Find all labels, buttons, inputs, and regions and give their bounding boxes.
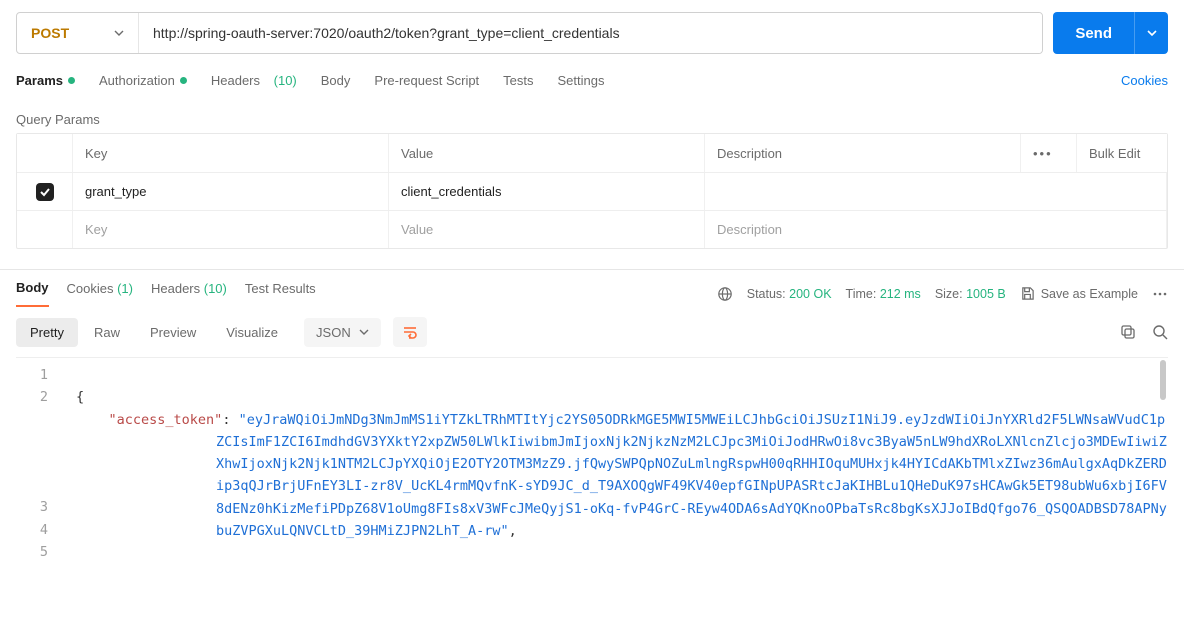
scrollbar[interactable] [1160, 360, 1166, 400]
resp-tab-cookies[interactable]: Cookies (1) [67, 281, 133, 306]
param-desc-input[interactable] [717, 222, 1154, 237]
bulk-edit-button[interactable]: Bulk Edit [1089, 146, 1140, 161]
http-method-label: POST [31, 25, 69, 41]
table-row [17, 172, 1167, 210]
resp-tab-headers[interactable]: Headers (10) [151, 281, 227, 306]
dots-icon: ••• [1033, 146, 1053, 161]
param-value-input[interactable] [401, 222, 692, 237]
param-value-input[interactable] [401, 184, 692, 199]
dot-indicator-icon [68, 77, 75, 84]
time-label: Time: 212 ms [846, 287, 921, 301]
params-table: Key Value Description ••• Bulk Edit [16, 133, 1168, 249]
col-checkbox [17, 134, 73, 172]
copy-icon[interactable] [1120, 324, 1136, 340]
url-input[interactable] [139, 13, 1042, 53]
col-key: Key [73, 134, 389, 172]
resp-tab-body[interactable]: Body [16, 280, 49, 307]
param-key-input[interactable] [85, 222, 376, 237]
tab-headers[interactable]: Headers (10) [211, 73, 297, 88]
resp-tab-test-results[interactable]: Test Results [245, 281, 316, 306]
search-icon[interactable] [1152, 324, 1168, 340]
line-gutter: 1 2 3 4 5 [16, 364, 64, 557]
col-description: Description [705, 134, 1021, 172]
tab-tests[interactable]: Tests [503, 73, 533, 88]
request-bar: POST [16, 12, 1043, 54]
save-as-example-button[interactable]: Save as Example [1020, 286, 1138, 301]
tab-prerequest[interactable]: Pre-request Script [374, 73, 479, 88]
pretty-button[interactable]: Pretty [16, 318, 78, 347]
http-method-select[interactable]: POST [17, 13, 139, 53]
dot-indicator-icon [180, 77, 187, 84]
wrap-lines-button[interactable] [393, 317, 427, 347]
check-icon [39, 186, 51, 198]
send-button[interactable]: Send [1053, 12, 1134, 54]
row-checkbox[interactable] [36, 183, 54, 201]
body-type-select[interactable]: JSON [304, 318, 381, 347]
more-options-button[interactable]: ••• [1021, 134, 1077, 172]
code-content: { "access_token": "eyJraWQiOiJmNDg3NmJmM… [16, 358, 1168, 557]
status-label: Status: 200 OK [747, 287, 832, 301]
save-icon [1020, 286, 1035, 301]
param-desc-input[interactable] [717, 184, 1154, 199]
more-icon[interactable] [1152, 286, 1168, 302]
preview-button[interactable]: Preview [136, 318, 210, 347]
raw-button[interactable]: Raw [80, 318, 134, 347]
tab-body[interactable]: Body [321, 73, 351, 88]
wrap-icon [402, 325, 418, 339]
cookies-link[interactable]: Cookies [1121, 73, 1168, 88]
col-value: Value [389, 134, 705, 172]
tab-settings[interactable]: Settings [558, 73, 605, 88]
visualize-button[interactable]: Visualize [212, 318, 292, 347]
size-label: Size: 1005 B [935, 287, 1006, 301]
query-params-title: Query Params [0, 96, 1184, 133]
response-body[interactable]: 1 2 3 4 5 { "access_token": "eyJraWQiOiJ… [16, 357, 1168, 557]
chevron-down-icon [359, 327, 369, 337]
tab-params[interactable]: Params [16, 73, 75, 88]
table-row-new [17, 210, 1167, 248]
row-checkbox-empty[interactable] [36, 221, 54, 239]
send-dropdown-button[interactable] [1134, 12, 1168, 54]
network-icon[interactable] [717, 286, 733, 302]
chevron-down-icon [114, 28, 124, 38]
param-key-input[interactable] [85, 184, 376, 199]
tab-authorization[interactable]: Authorization [99, 73, 187, 88]
